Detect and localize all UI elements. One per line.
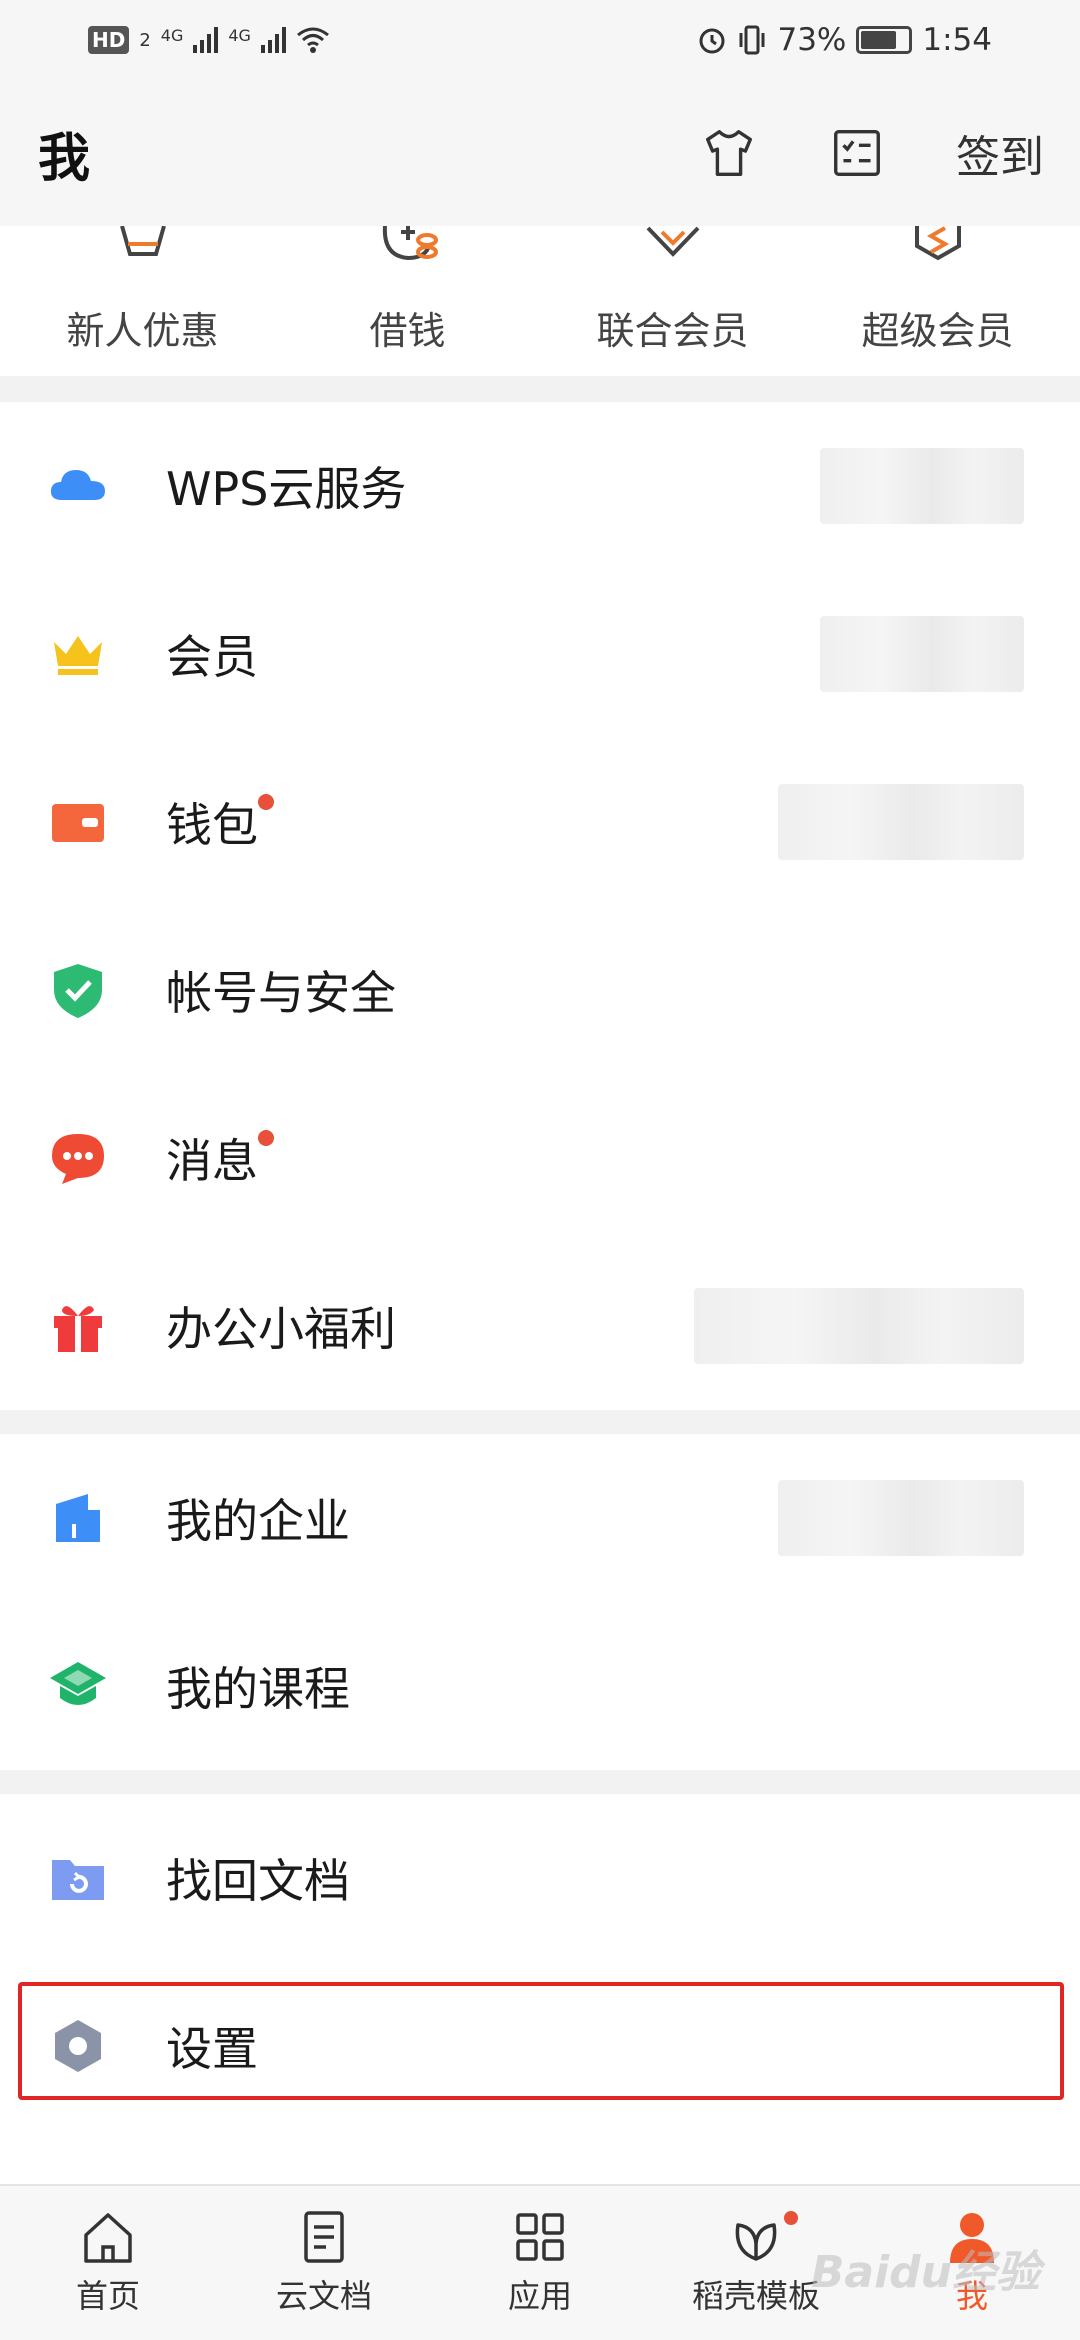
nav-label: 应用 xyxy=(507,2277,572,2315)
menu-item-messages[interactable]: 消息 xyxy=(0,1074,1080,1242)
menu-section-2: 我的企业 我的课程 xyxy=(0,1434,1080,1770)
gift-icon xyxy=(54,1306,102,1352)
home-icon xyxy=(84,2213,132,2263)
enterprise-icon xyxy=(56,1494,100,1542)
cloud-icon xyxy=(50,470,105,500)
redacted-value xyxy=(694,1288,1024,1364)
settings-hex-icon xyxy=(55,2020,101,2072)
menu-item-wallet[interactable]: 钱包 xyxy=(0,738,1080,906)
redacted-value xyxy=(820,616,1024,692)
status-left: HD 2 4G 4G xyxy=(88,26,330,54)
menu-item-my-courses[interactable]: 我的课程 xyxy=(0,1602,1080,1770)
quick-item-loan[interactable]: 借钱 xyxy=(293,226,523,355)
menu-label: 我的课程 xyxy=(166,1662,350,1716)
nav-item-apps[interactable]: 应用 xyxy=(440,2209,640,2317)
wallet-icon xyxy=(52,804,104,842)
menu-label: 会员 xyxy=(166,630,258,684)
chat-bubble-icon xyxy=(52,1134,104,1184)
redacted-value xyxy=(778,1480,1024,1556)
bottom-nav: 首页 云文档 应用 稻壳模板 我 xyxy=(0,2184,1080,2340)
menu-label: 我的企业 xyxy=(166,1494,350,1548)
nav-item-me[interactable]: 我 xyxy=(872,2209,1072,2317)
signal-1-icon xyxy=(193,27,219,53)
page-title: 我 xyxy=(38,128,91,189)
quick-entries: 新人优惠 借钱 联合会员 超级会员 xyxy=(0,226,1080,376)
person-icon xyxy=(950,2213,994,2263)
menu-section-3: 找回文档 设置 xyxy=(0,1794,1080,2184)
redacted-value xyxy=(820,448,1024,524)
battery-icon xyxy=(856,26,913,54)
menu-label: 办公小福利 xyxy=(166,1302,396,1356)
quick-label: 新人优惠 xyxy=(66,309,219,353)
nav-label: 我 xyxy=(955,2277,988,2315)
tshirt-icon[interactable] xyxy=(700,124,758,182)
net-label-1: 4G xyxy=(160,26,184,45)
s-shield-icon xyxy=(914,226,961,261)
nav-item-cloud-docs[interactable]: 云文档 xyxy=(224,2209,424,2317)
menu-section-1: WPS云服务 会员 钱包 帐号与安全 消息 办公小福利 xyxy=(0,402,1080,1410)
page-header: 我 签到 xyxy=(0,80,1080,226)
quick-item-super-member[interactable]: 超级会员 xyxy=(823,226,1053,355)
redacted-value xyxy=(778,784,1024,860)
recover-folder-icon xyxy=(52,1860,104,1900)
nav-item-home[interactable]: 首页 xyxy=(8,2209,208,2317)
nav-label: 首页 xyxy=(75,2277,140,2315)
diamond-icon xyxy=(646,226,699,257)
quick-item-new-user[interactable]: 新人优惠 xyxy=(28,226,258,355)
wallet-notification-dot xyxy=(258,794,274,810)
menu-item-office-benefits[interactable]: 办公小福利 xyxy=(0,1242,1080,1410)
net-label-2: 4G xyxy=(228,26,251,45)
messages-notification-dot xyxy=(258,1130,274,1146)
menu-item-settings[interactable]: 设置 xyxy=(0,1962,1080,2130)
checklist-icon[interactable] xyxy=(828,124,886,182)
menu-item-wps-cloud[interactable]: WPS云服务 xyxy=(0,402,1080,570)
nav-label: 稻壳模板 xyxy=(691,2277,820,2315)
loan-coin-icon xyxy=(382,226,438,261)
quick-label: 联合会员 xyxy=(596,309,749,353)
quick-label: 超级会员 xyxy=(861,309,1014,353)
vibrate-icon xyxy=(739,25,765,55)
gift-basket-icon xyxy=(119,226,166,256)
templates-notification-dot xyxy=(784,2211,798,2225)
menu-label: 钱包 xyxy=(166,798,258,852)
menu-label: 帐号与安全 xyxy=(166,966,396,1020)
status-time: 1:54 xyxy=(922,22,992,58)
status-bar: HD 2 4G 4G 73% 1:54 xyxy=(0,0,1080,80)
crown-icon xyxy=(54,636,102,675)
nav-label: 云文档 xyxy=(275,2277,372,2315)
menu-item-my-enterprise[interactable]: 我的企业 xyxy=(0,1434,1080,1602)
graduation-cap-icon xyxy=(50,1662,106,1705)
menu-label: 设置 xyxy=(166,2022,258,2076)
menu-item-recover-docs[interactable]: 找回文档 xyxy=(0,1794,1080,1962)
hd-badge: HD xyxy=(88,26,130,54)
quick-item-joint-member[interactable]: 联合会员 xyxy=(558,226,788,355)
leaf-icon xyxy=(735,2223,777,2261)
signal-2-icon xyxy=(260,27,286,53)
apps-grid-icon xyxy=(516,2213,564,2261)
status-right: 73% 1:54 xyxy=(697,22,992,58)
shield-icon xyxy=(54,964,102,1018)
signin-button[interactable]: 签到 xyxy=(956,121,1044,185)
battery-percent: 73% xyxy=(777,22,847,58)
wifi-icon xyxy=(297,27,329,53)
header-actions: 签到 xyxy=(700,121,1044,185)
nav-item-templates[interactable]: 稻壳模板 xyxy=(656,2209,856,2317)
menu-item-member[interactable]: 会员 xyxy=(0,570,1080,738)
menu-label: WPS云服务 xyxy=(166,462,407,516)
document-icon xyxy=(304,2211,344,2263)
hd-sub: 2 xyxy=(139,29,151,51)
quick-label: 借钱 xyxy=(369,309,446,353)
alarm-icon xyxy=(699,28,725,54)
menu-item-account-security[interactable]: 帐号与安全 xyxy=(0,906,1080,1074)
menu-label: 消息 xyxy=(166,1134,258,1188)
menu-label: 找回文档 xyxy=(166,1854,350,1908)
